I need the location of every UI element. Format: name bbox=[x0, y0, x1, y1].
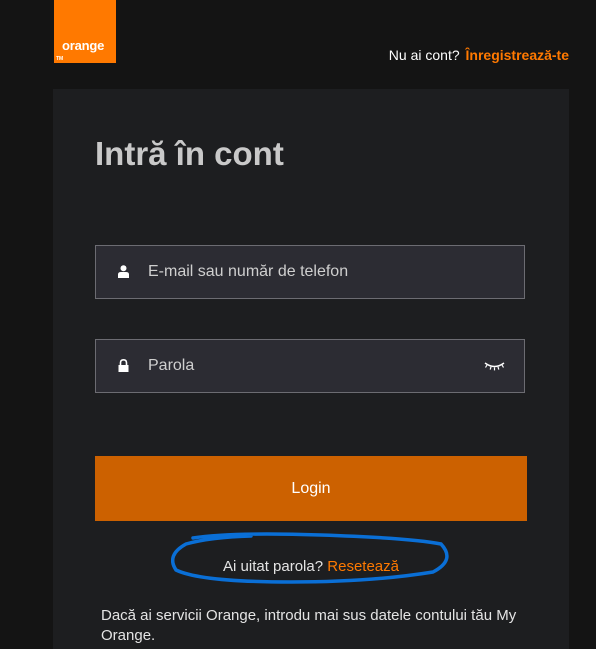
lock-icon bbox=[118, 359, 129, 372]
forgot-password: Ai uitat parola? Resetează bbox=[53, 558, 569, 575]
reset-link[interactable]: Resetează bbox=[327, 558, 399, 575]
orange-logo[interactable]: orange TM bbox=[54, 0, 116, 63]
register-link[interactable]: Înregistrează-te bbox=[466, 47, 569, 63]
register-prompt: Nu ai cont? Înregistrează-te bbox=[389, 47, 569, 63]
email-input[interactable] bbox=[148, 246, 468, 298]
logo-text: orange bbox=[62, 38, 105, 53]
logo-tm: TM bbox=[56, 56, 63, 62]
info-text: Dacă ai servicii Orange, introdu mai sus… bbox=[101, 607, 517, 644]
password-field[interactable] bbox=[95, 339, 525, 393]
no-account-text: Nu ai cont? bbox=[388, 47, 460, 63]
forgot-text: Ai uitat parola? bbox=[223, 558, 324, 575]
user-icon bbox=[118, 265, 129, 278]
eye-closed-icon[interactable] bbox=[484, 361, 505, 371]
login-button[interactable]: Login bbox=[95, 456, 527, 521]
login-card: Intră în cont Login Ai uitat parola? Res… bbox=[53, 89, 569, 649]
email-field[interactable] bbox=[95, 245, 525, 299]
password-input[interactable] bbox=[148, 340, 468, 392]
page-title: Intră în cont bbox=[95, 135, 284, 172]
